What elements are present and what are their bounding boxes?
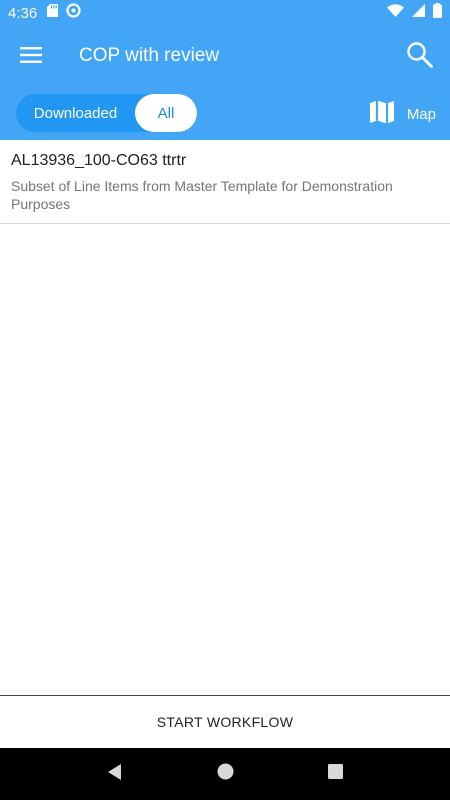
map-icon [369,99,395,130]
app-bar: COP with review Downloaded All Map [0,26,450,140]
menu-button[interactable] [12,40,50,74]
data-saver-icon [66,3,81,23]
nav-back-button[interactable] [95,754,135,794]
wifi-icon [387,4,404,22]
search-button[interactable] [402,40,436,74]
nav-recents-button[interactable] [315,754,355,794]
list-item[interactable]: AL13936_100-CO63 ttrtr Subset of Line It… [0,140,450,224]
workflow-list: AL13936_100-CO63 ttrtr Subset of Line It… [0,140,450,224]
system-nav-bar [0,748,450,800]
list-item-title: AL13936_100-CO63 ttrtr [11,152,187,169]
sd-card-icon [47,4,59,22]
filter-toggle: Downloaded All [16,94,197,132]
map-button[interactable]: Map [369,98,436,130]
filter-downloaded-button[interactable]: Downloaded [16,94,135,132]
start-workflow-label: START WORKFLOW [156,714,294,730]
status-bar: 4:36 [0,0,450,26]
map-label: Map [406,105,436,123]
page-title: COP with review [79,45,220,66]
nav-home-button[interactable] [205,754,245,794]
start-workflow-button[interactable]: START WORKFLOW [0,695,450,748]
battery-icon [433,3,442,23]
cell-signal-icon [412,4,425,22]
back-icon [106,763,124,786]
recents-icon [327,764,343,784]
list-item-subtitle: Subset of Line Items from Master Templat… [11,178,393,212]
hamburger-menu-icon [20,46,42,68]
home-icon [217,763,234,785]
filter-all-button[interactable]: All [135,94,197,132]
search-icon [406,41,433,73]
status-time: 4:36 [8,4,38,22]
